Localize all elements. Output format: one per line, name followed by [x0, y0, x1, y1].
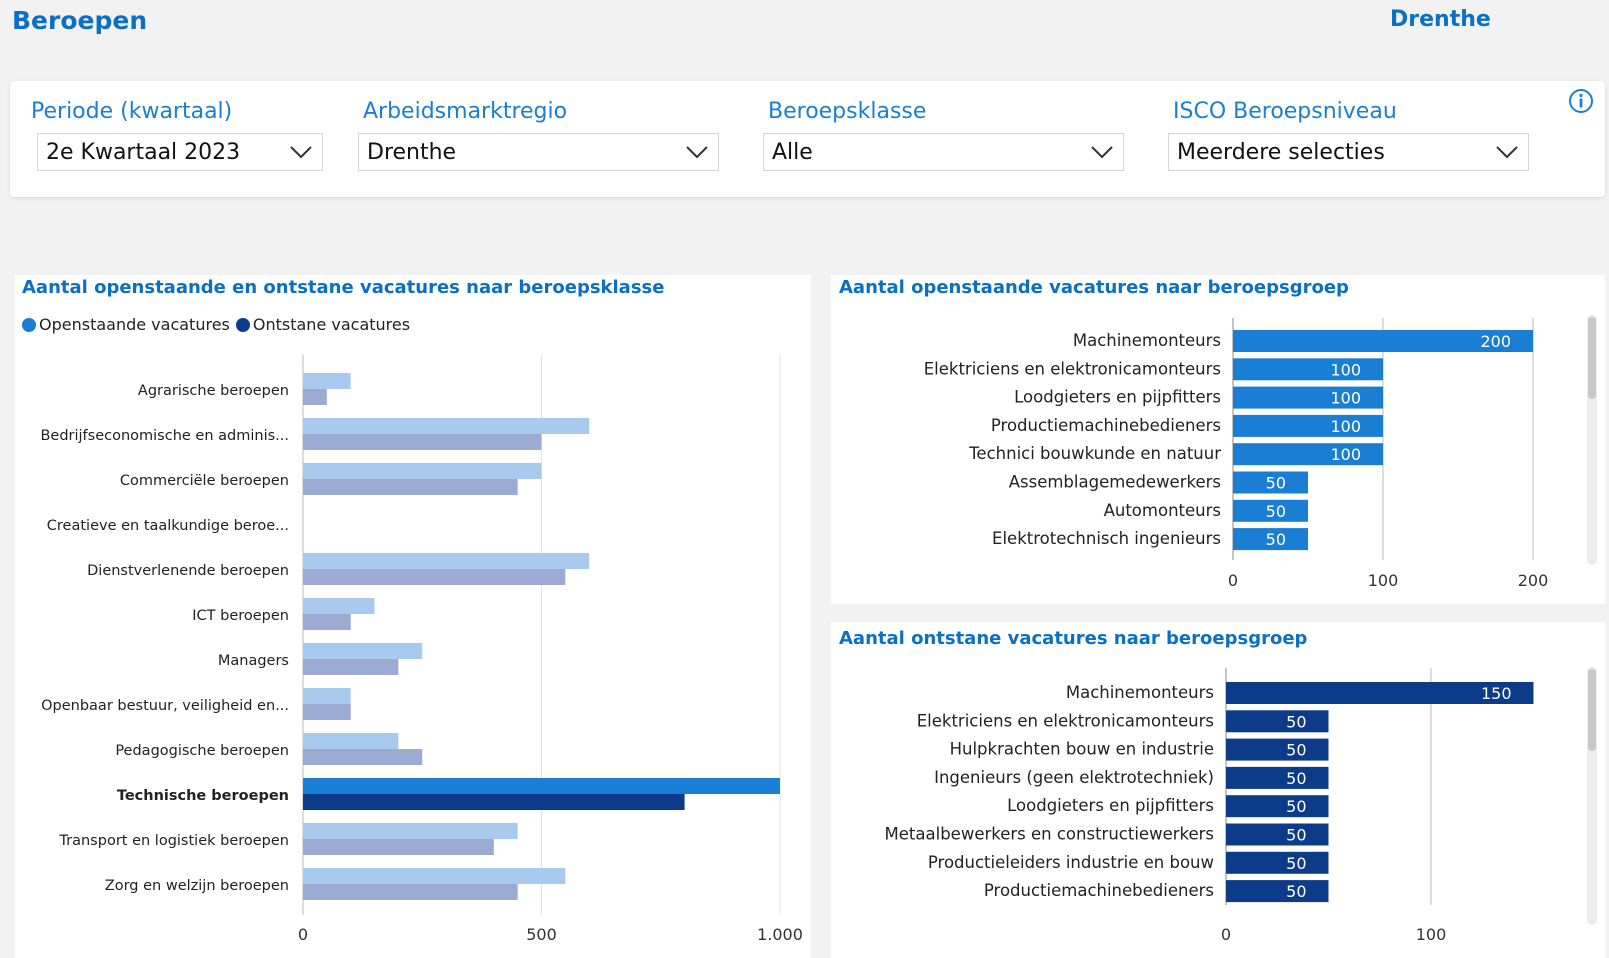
bar-openstaande [303, 868, 566, 884]
category-label: Loodgieters en pijpfitters [1014, 388, 1221, 407]
category-label: Technische beroepen [117, 788, 289, 804]
data-label: 50 [1286, 882, 1306, 901]
data-label: 50 [1286, 712, 1306, 731]
bar-openstaande [303, 688, 351, 704]
category-label: Creatieve en taalkundige beroe... [47, 518, 289, 534]
data-label: 100 [1330, 417, 1361, 436]
bar [1226, 795, 1329, 818]
bar-openstaande [303, 598, 375, 614]
category-label: Loodgieters en pijpfitters [1007, 796, 1214, 815]
category-label: Productiemachinebedieners [984, 881, 1214, 900]
category-label: Transport en logistiek beroepen [58, 833, 289, 849]
category-label: Assemblagemedewerkers [1009, 473, 1221, 492]
bar [1226, 880, 1329, 903]
data-label: 50 [1266, 502, 1286, 521]
bar-ontstane [303, 659, 399, 675]
category-label: Elektriciens en elektronicamonteurs [924, 359, 1221, 378]
bar-ontstane [303, 884, 518, 900]
bar-ontstane [303, 479, 518, 495]
bar [1226, 851, 1329, 874]
data-label: 50 [1266, 474, 1286, 493]
chart-beroepsklasse: 0 500 1.000Agrarische beroepenBedrijfsecon… [40, 318, 1549, 944]
scrollbar-openstaande[interactable] [1587, 315, 1597, 565]
x-tick-label: 0 [1228, 571, 1238, 590]
bar [1226, 710, 1329, 733]
data-label: 150 [1481, 684, 1512, 703]
bar-openstaande [303, 823, 518, 839]
bar [1226, 766, 1329, 789]
bar-openstaande [303, 373, 351, 389]
x-tick-label: 0 [298, 925, 308, 944]
data-label: 50 [1286, 854, 1306, 873]
bar-ontstane [303, 794, 685, 810]
data-label: 50 [1286, 826, 1306, 845]
bar-openstaande [303, 733, 399, 749]
bar-openstaande [303, 643, 423, 659]
category-label: Elektrotechnisch ingenieurs [992, 529, 1221, 548]
bar-openstaande [303, 463, 542, 479]
bar-openstaande [303, 553, 590, 569]
bar [1226, 738, 1329, 761]
scrollbar-ontstane[interactable] [1587, 667, 1597, 925]
data-label: 50 [1286, 769, 1306, 788]
category-label: Technici bouwkunde en natuur [968, 444, 1221, 463]
category-label: Metaalbewerkers en constructiewerkers [885, 825, 1214, 844]
category-label: Commerciële beroepen [120, 473, 289, 489]
category-label: Elektriciens en elektronicamonteurs [917, 711, 1214, 730]
category-label: Pedagogische beroepen [115, 743, 289, 759]
bar-ontstane [303, 569, 566, 585]
data-label: 100 [1330, 445, 1361, 464]
data-label: 100 [1330, 360, 1361, 379]
bar-openstaande [303, 418, 590, 434]
category-label: Machinemonteurs [1073, 331, 1221, 350]
x-tick-label: 500 [526, 925, 557, 944]
scroll-thumb-openstaande[interactable] [1588, 317, 1596, 399]
bar-ontstane [303, 704, 351, 720]
x-tick-label: 100 [1416, 925, 1447, 944]
bar-ontstane [303, 839, 494, 855]
x-tick-label: 0 [1221, 925, 1231, 944]
bar-openstaande [303, 778, 780, 794]
category-label: Automonteurs [1104, 501, 1221, 520]
bar [1226, 823, 1329, 846]
category-label: Ingenieurs (geen elektrotechniek) [934, 768, 1214, 787]
category-label: Productiemachinebedieners [991, 416, 1221, 435]
category-label: Zorg en welzijn beroepen [105, 878, 289, 894]
category-label: ICT beroepen [192, 608, 289, 624]
scroll-thumb-ontstane[interactable] [1588, 669, 1596, 751]
data-label: 100 [1330, 389, 1361, 408]
data-label: 50 [1286, 741, 1306, 760]
data-label: 50 [1286, 797, 1306, 816]
bar-ontstane [303, 389, 327, 405]
data-label: 200 [1480, 332, 1511, 351]
category-label: Openbaar bestuur, veiligheid en... [41, 698, 289, 714]
x-tick-label: 200 [1518, 571, 1549, 590]
category-label: Productieleiders industrie en bouw [928, 853, 1214, 872]
category-label: Bedrijfseconomische en adminis... [40, 428, 289, 444]
bar-ontstane [303, 614, 351, 630]
category-label: Machinemonteurs [1066, 683, 1214, 702]
category-label: Managers [218, 653, 289, 669]
data-label: 50 [1266, 530, 1286, 549]
x-tick-label: 1.000 [757, 925, 803, 944]
bar-ontstane [303, 749, 423, 765]
bar-ontstane [303, 434, 542, 450]
category-label: Dienstverlenende beroepen [87, 563, 289, 579]
x-tick-label: 100 [1368, 571, 1399, 590]
category-label: Agrarische beroepen [138, 383, 289, 399]
category-label: Hulpkrachten bouw en industrie [950, 740, 1214, 759]
